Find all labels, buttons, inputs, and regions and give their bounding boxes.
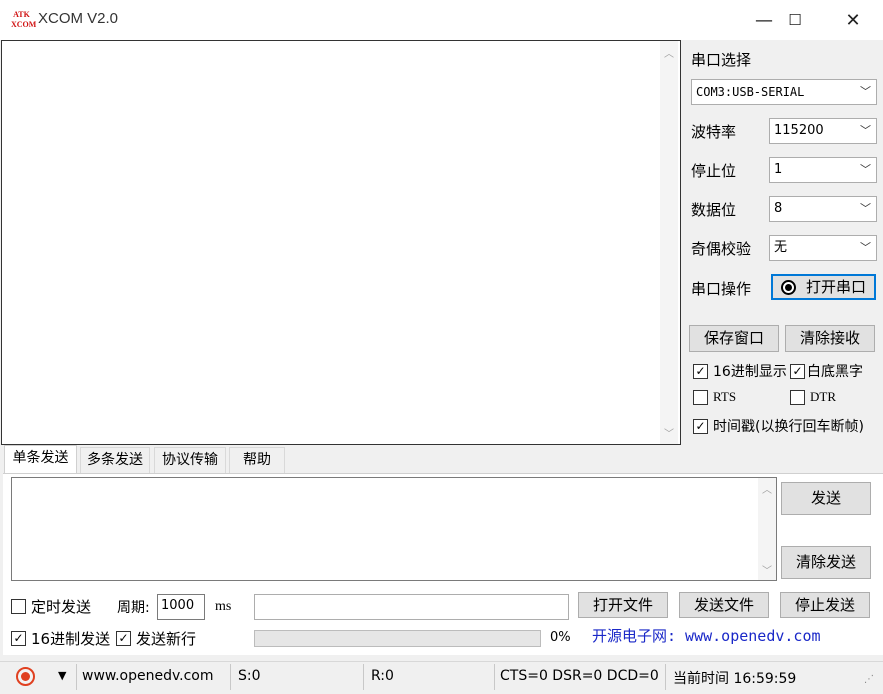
databits-select-value: 8 [774,201,783,216]
databits-select[interactable]: 8 ﹀ [769,196,877,222]
status-website[interactable]: www.openedv.com [82,668,214,684]
chevron-down-icon: ﹀ [860,202,871,215]
checkbox-icon [790,389,805,405]
status-current-time: 当前时间 16:59:59 [673,671,797,687]
progress-percent: 0% [550,630,571,645]
close-icon: ✕ [845,9,861,31]
scroll-down-icon[interactable]: ﹀ [758,562,776,577]
timed-send-label: 定时发送 [31,598,92,616]
port-status-icon [780,279,796,295]
checkbox-checked-icon: ✓ [116,631,131,646]
tab-single-send[interactable]: 单条发送 [4,445,77,474]
hex-display-checkbox[interactable]: ✓ 16进制显示 [693,361,787,381]
app-logo: ATK XCOM [11,10,37,30]
port-select-label: 串口选择 [691,51,752,69]
receive-scrollbar[interactable]: ︿ ﹀ [660,41,678,444]
send-progress-bar [254,630,541,647]
white-bg-checkbox[interactable]: ✓ 白底黑字 [790,361,863,381]
chevron-down-icon: ﹀ [860,85,871,98]
settings-icon[interactable] [16,667,35,686]
chevron-down-icon: ﹀ [860,163,871,176]
dtr-checkbox[interactable]: DTR [790,389,836,405]
maximize-icon: ☐ [788,11,802,29]
hex-send-checkbox[interactable]: ✓ 16进制发送 [11,628,110,649]
checkbox-icon [11,599,26,614]
receive-textarea[interactable]: ︿ ﹀ [1,40,681,445]
scroll-down-icon[interactable]: ﹀ [660,425,678,440]
tab-multi-send[interactable]: 多条发送 [80,447,150,473]
timestamp-checkbox[interactable]: ✓ 时间戳(以换行回车断帧) [693,416,864,436]
openedv-banner[interactable]: 开源电子网: www.openedv.com [578,624,873,651]
period-label: 周期: [117,600,150,616]
maximize-button[interactable]: ☐ [766,0,824,40]
logo-text-bottom: XCOM [11,20,37,29]
checkbox-checked-icon: ✓ [693,418,708,434]
send-scrollbar[interactable]: ︿ ﹀ [758,478,776,580]
port-select-value: COM3:USB-SERIAL [696,85,805,99]
status-received-count: R:0 [371,668,394,684]
checkbox-checked-icon: ✓ [790,363,805,379]
checkbox-icon [693,389,708,405]
open-port-button[interactable]: 打开串口 [771,274,876,300]
close-button[interactable]: ✕ [824,0,882,40]
hex-send-label: 16进制发送 [31,630,111,648]
open-file-button[interactable]: 打开文件 [578,592,668,618]
clear-receive-button[interactable]: 清除接收 [785,325,875,352]
window-title: XCOM V2.0 [38,10,119,27]
send-newline-checkbox[interactable]: ✓ 发送新行 [116,628,196,649]
port-select[interactable]: COM3:USB-SERIAL ﹀ [691,79,877,105]
tab-protocol[interactable]: 协议传输 [154,447,226,473]
status-sent-count: S:0 [238,668,261,684]
logo-text-top: ATK [13,10,30,19]
tab-help[interactable]: 帮助 [229,447,285,473]
send-button[interactable]: 发送 [781,482,871,515]
resize-grip-icon[interactable]: ⋰ [864,674,874,685]
hex-display-label: 16进制显示 [713,364,787,380]
scroll-up-icon[interactable]: ︿ [660,45,678,60]
baud-label: 波特率 [691,123,737,141]
white-bg-label: 白底黑字 [807,364,863,380]
baud-select-value: 115200 [774,123,824,138]
stopbits-select-value: 1 [774,162,783,177]
checkbox-checked-icon: ✓ [693,363,708,379]
period-input[interactable]: 1000 [157,594,205,620]
send-textarea[interactable]: ︿ ﹀ [11,477,777,581]
timed-send-checkbox[interactable]: 定时发送 [11,596,91,617]
rts-label: RTS [713,389,737,404]
checkbox-checked-icon: ✓ [11,631,26,646]
databits-label: 数据位 [691,201,737,219]
parity-select-value: 无 [774,240,788,255]
send-newline-label: 发送新行 [136,630,197,648]
timestamp-label: 时间戳(以换行回车断帧) [713,419,864,435]
baud-select[interactable]: 115200 ﹀ [769,118,877,144]
parity-label: 奇偶校验 [691,240,752,258]
scroll-up-icon[interactable]: ︿ [758,481,776,496]
dropdown-arrow-icon[interactable]: ▼ [58,669,66,682]
file-path-field[interactable] [254,594,569,620]
dtr-label: DTR [810,389,836,404]
stopbits-select[interactable]: 1 ﹀ [769,157,877,183]
rts-checkbox[interactable]: RTS [693,389,736,405]
chevron-down-icon: ﹀ [860,124,871,137]
period-unit: ms [215,599,232,614]
stopbits-label: 停止位 [691,162,737,180]
open-port-label: 打开串口 [805,278,866,296]
chevron-down-icon: ﹀ [860,241,871,254]
status-signals: CTS=0 DSR=0 DCD=0 [500,668,659,684]
send-file-button[interactable]: 发送文件 [679,592,769,618]
clear-send-button[interactable]: 清除发送 [781,546,871,579]
parity-select[interactable]: 无 ﹀ [769,235,877,261]
save-window-button[interactable]: 保存窗口 [689,325,779,352]
operation-label: 串口操作 [691,280,752,298]
stop-send-button[interactable]: 停止发送 [780,592,870,618]
